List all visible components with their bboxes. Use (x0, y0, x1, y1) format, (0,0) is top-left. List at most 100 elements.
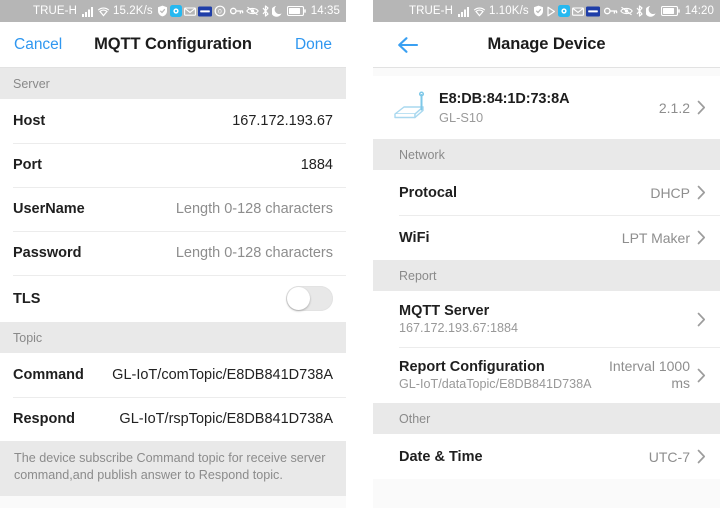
password-input-placeholder[interactable]: Length 0-128 characters (168, 245, 333, 261)
device-mac-label: E8:DB:84:1D:73:8A (439, 90, 570, 107)
bluetooth-icon (635, 5, 644, 17)
clock-label: 14:20 (684, 5, 714, 17)
message-icon (571, 6, 584, 17)
top-spacer (373, 68, 720, 76)
device-info: E8:DB:84:1D:73:8A GL-S10 (435, 91, 659, 125)
battery-icon (286, 6, 306, 16)
wifi-icon (97, 6, 110, 17)
row-label: Port (13, 157, 42, 173)
topic-footnote: The device subscribe Command topic for r… (0, 441, 346, 496)
other-group: Date & Time UTC-7 (373, 434, 720, 479)
row-title: MQTT Server (399, 303, 490, 319)
device-version-group[interactable]: 2.1.2 (659, 100, 706, 116)
section-header-topic: Topic (0, 322, 346, 353)
device-summary-row[interactable]: E8:DB:84:1D:73:8A GL-S10 2.1.2 (373, 76, 720, 139)
moon-icon (645, 5, 657, 17)
row-value[interactable]: GL-IoT/comTopic/E8DB841D738A (104, 367, 333, 383)
row-value[interactable]: 1884 (293, 157, 333, 173)
row-wifi[interactable]: WiFi LPT Maker (373, 215, 720, 260)
battery-icon (660, 6, 680, 16)
app-blue-icon (169, 5, 182, 17)
section-header-server: Server (0, 68, 346, 99)
back-arrow-icon[interactable] (395, 32, 421, 58)
card-icon (585, 6, 600, 17)
row-right: LPT Maker (614, 230, 706, 246)
row-right (689, 312, 706, 327)
clock-label: 14:35 (310, 5, 340, 17)
carrier-label: TRUE-H (32, 5, 78, 17)
signal-bars-icon (82, 6, 95, 17)
left-scroll-area[interactable]: Server Host 167.172.193.67 Port 1884 Use… (0, 68, 346, 508)
done-button[interactable]: Done (291, 34, 336, 56)
left-status-bar: TRUE-H 15.2K/s 0 14:35 (0, 0, 346, 22)
row-main: Report Configuration GL-IoT/dataTopic/E8… (399, 359, 592, 391)
row-main: Protocal (399, 185, 642, 201)
row-right: Interval 1000 ms (583, 358, 706, 392)
toggle-knob (287, 287, 310, 310)
left-nav-bar: Cancel MQTT Configuration Done (0, 22, 346, 68)
chevron-right-icon (697, 368, 706, 383)
page-title: Manage Device (487, 35, 606, 53)
right-status-bar: TRUE-H 1.10K/s 14:20 (373, 0, 720, 22)
row-report-configuration[interactable]: Report Configuration GL-IoT/dataTopic/E8… (373, 347, 720, 403)
row-main: Date & Time (399, 449, 641, 465)
row-port[interactable]: Port 1884 (0, 143, 346, 187)
row-value[interactable]: GL-IoT/rspTopic/E8DB841D738A (111, 411, 333, 427)
row-label: Command (13, 367, 84, 383)
row-date-time[interactable]: Date & Time UTC-7 (373, 434, 720, 479)
section-header-network: Network (373, 139, 720, 170)
row-command[interactable]: Command GL-IoT/comTopic/E8DB841D738A (0, 353, 346, 397)
cancel-button[interactable]: Cancel (10, 34, 66, 56)
row-value: DHCP (650, 184, 690, 201)
carrier-label: TRUE-H (408, 5, 454, 17)
moon-icon (271, 5, 283, 17)
username-input-placeholder[interactable]: Length 0-128 characters (168, 201, 333, 217)
card-icon (197, 6, 212, 17)
row-username[interactable]: UserName Length 0-128 characters (0, 187, 346, 231)
row-host[interactable]: Host 167.172.193.67 (0, 99, 346, 143)
row-subtitle: GL-IoT/dataTopic/E8DB841D738A (399, 377, 592, 391)
device-model-label: GL-S10 (439, 109, 484, 125)
section-header-other: Other (373, 403, 720, 434)
section-header-report: Report (373, 260, 720, 291)
row-protocol[interactable]: Protocal DHCP (373, 170, 720, 215)
row-main: WiFi (399, 230, 614, 246)
message-icon (183, 6, 196, 17)
server-group: Host 167.172.193.67 Port 1884 UserName L… (0, 99, 346, 322)
router-icon (389, 90, 435, 126)
row-title: Protocal (399, 184, 458, 201)
row-right: UTC-7 (641, 449, 706, 465)
row-label: Password (13, 245, 82, 261)
row-mqtt-server[interactable]: MQTT Server 167.172.193.67:1884 (373, 291, 720, 347)
row-right: DHCP (642, 185, 706, 201)
chevron-right-icon (697, 100, 706, 115)
row-label: TLS (13, 290, 41, 307)
row-title: Report Configuration (399, 359, 545, 375)
row-value[interactable]: 167.172.193.67 (224, 113, 333, 129)
shield-icon (533, 5, 544, 17)
topic-group: Command GL-IoT/comTopic/E8DB841D738A Res… (0, 353, 346, 441)
left-phone-screen: TRUE-H 15.2K/s 0 14:35 Cancel MQTT Confi… (0, 0, 346, 508)
chevron-right-icon (697, 230, 706, 245)
right-nav-bar: Manage Device (373, 22, 720, 68)
row-respond[interactable]: Respond GL-IoT/rspTopic/E8DB841D738A (0, 397, 346, 441)
bluetooth-icon (261, 5, 270, 17)
network-speed-label: 1.10K/s (489, 5, 529, 17)
wifi-icon (473, 6, 486, 17)
row-label: Respond (13, 411, 76, 427)
row-value: Interval 1000 ms (609, 358, 690, 391)
key-icon (229, 6, 244, 16)
right-scroll-area[interactable]: E8:DB:84:1D:73:8A GL-S10 2.1.2 Network P… (373, 68, 720, 508)
row-main: MQTT Server 167.172.193.67:1884 (399, 303, 689, 335)
row-password[interactable]: Password Length 0-128 characters (0, 231, 346, 275)
row-title: WiFi (399, 229, 430, 246)
row-value: UTC-7 (648, 448, 690, 465)
row-label: Host (13, 113, 46, 129)
key-icon (603, 6, 618, 16)
eye-off-icon (619, 6, 633, 16)
chevron-right-icon (697, 312, 706, 327)
row-tls[interactable]: TLS (0, 275, 346, 322)
tls-toggle[interactable] (286, 286, 333, 311)
row-title: Date & Time (399, 448, 483, 465)
signal-bars-icon (458, 6, 471, 17)
